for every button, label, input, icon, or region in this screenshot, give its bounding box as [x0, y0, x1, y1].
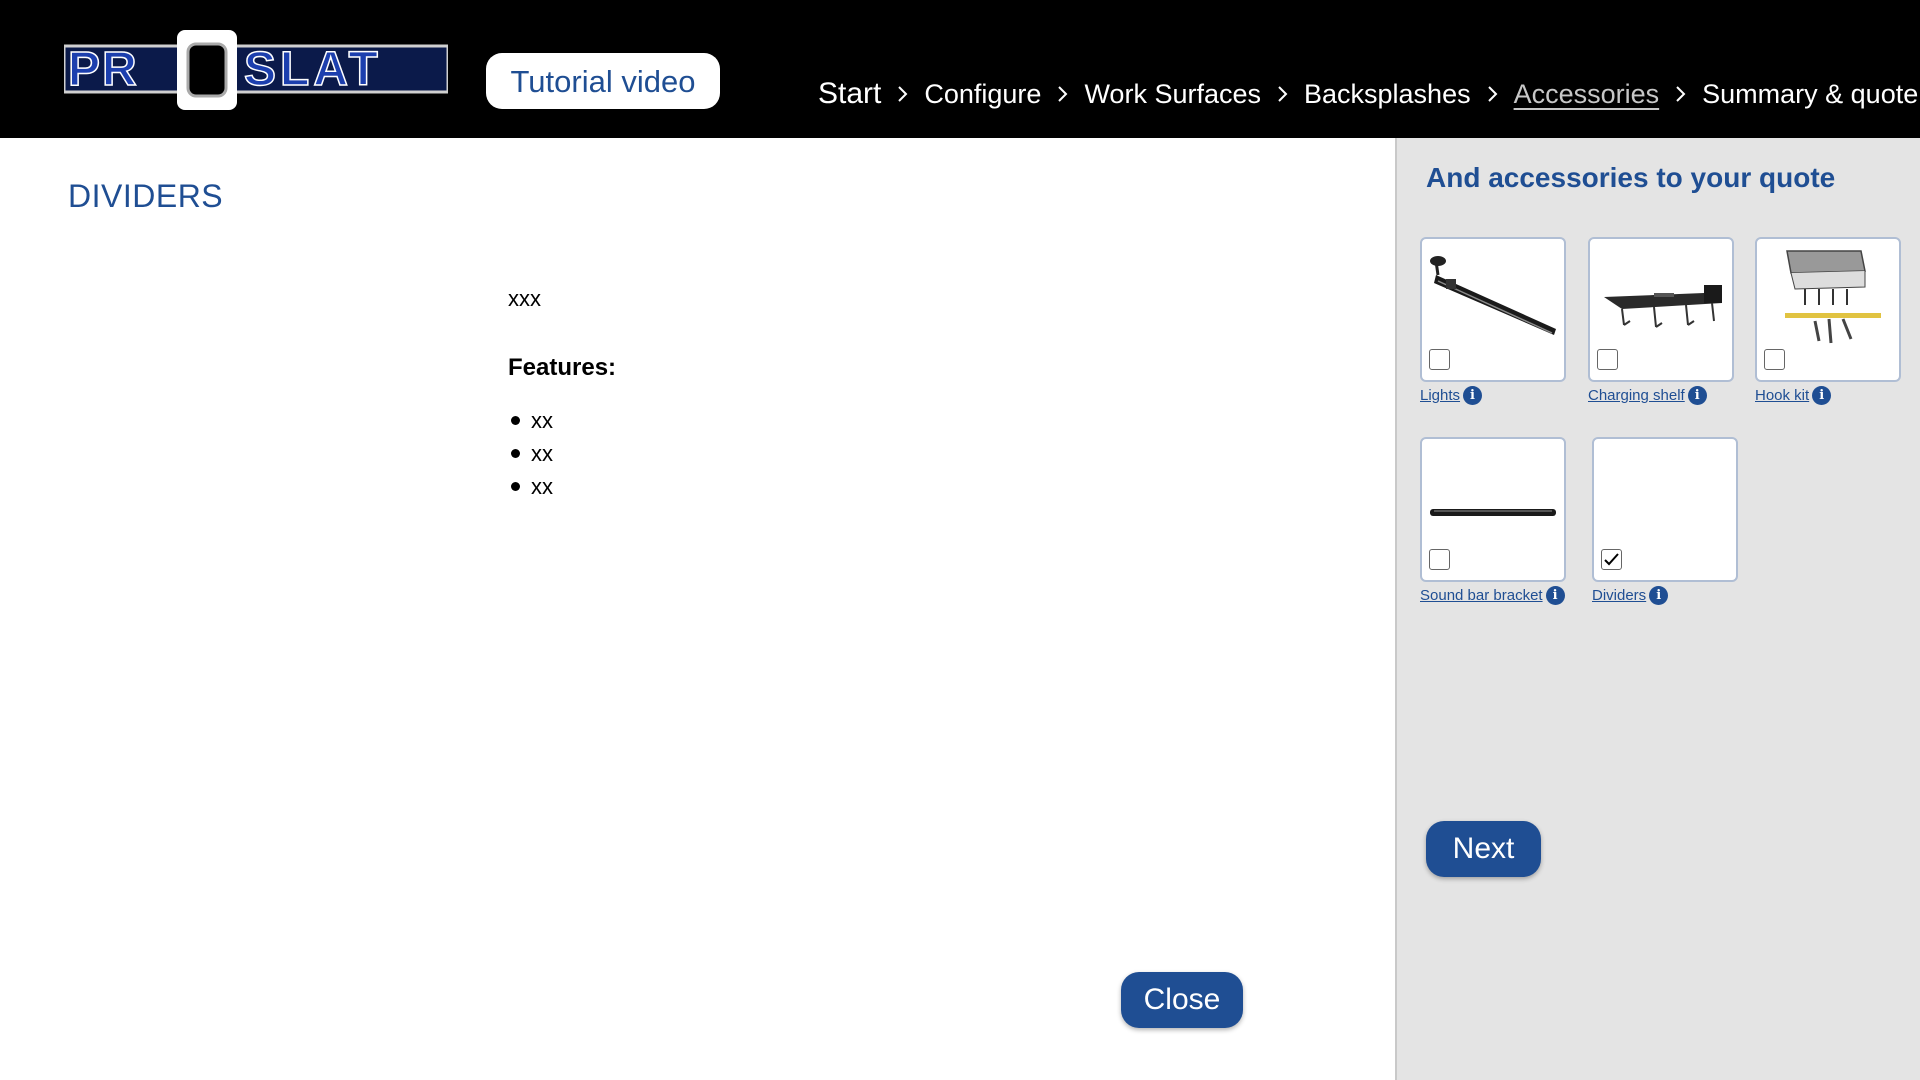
accessory-card-hook-kit[interactable] — [1755, 237, 1901, 382]
accessory-item-sound-bar-bracket: Sound bar bracket i — [1420, 437, 1566, 605]
feature-item: xx — [508, 470, 1068, 503]
accessory-checkbox-charging-shelf[interactable] — [1597, 349, 1618, 370]
accessory-item-lights: Lights i — [1420, 237, 1566, 405]
feature-item: xx — [508, 404, 1068, 437]
breadcrumb-summary-quote[interactable]: Summary & quote — [1702, 79, 1918, 110]
accessory-checkbox-lights[interactable] — [1429, 349, 1450, 370]
feature-text: xx — [531, 473, 553, 499]
accessory-detail-panel: DIVIDERS xxx Features: xx xx xx Close — [0, 138, 1396, 1080]
breadcrumb-work-surfaces[interactable]: Work Surfaces — [1084, 79, 1261, 110]
lights-image — [1430, 256, 1556, 335]
accessory-card-charging-shelf[interactable] — [1588, 237, 1734, 382]
accessory-item-hook-kit: Hook kit i — [1755, 237, 1901, 405]
accessory-link-lights[interactable]: Lights — [1420, 387, 1460, 404]
sidebar-title: And accessories to your quote — [1426, 162, 1836, 193]
accessory-description: xxx Features: xx xx xx — [508, 286, 1068, 503]
info-icon[interactable]: i — [1649, 586, 1669, 605]
accessory-card-dividers[interactable] — [1592, 437, 1738, 582]
accessory-link-sound-bar-bracket[interactable]: Sound bar bracket — [1420, 587, 1543, 604]
chevron-right-icon — [1057, 85, 1068, 103]
svg-text:PR: PR — [68, 43, 139, 96]
svg-text:SLAT: SLAT — [244, 43, 382, 96]
chevron-right-icon — [1675, 85, 1686, 103]
chevron-right-icon — [1277, 85, 1288, 103]
breadcrumb-backsplashes[interactable]: Backsplashes — [1304, 79, 1471, 110]
page-title: DIVIDERS — [68, 178, 224, 214]
accessory-link-charging-shelf[interactable]: Charging shelf — [1588, 387, 1685, 404]
info-icon[interactable]: i — [1463, 386, 1483, 405]
breadcrumb-start[interactable]: Start — [818, 77, 881, 111]
accessory-link-dividers[interactable]: Dividers — [1592, 587, 1646, 604]
top-header: PR SLAT Tutorial video Start Configure W… — [0, 0, 1920, 138]
accessory-checkbox-dividers[interactable] — [1601, 549, 1622, 570]
bullet-icon — [511, 482, 520, 491]
feature-text: xx — [531, 440, 553, 466]
breadcrumb-configure[interactable]: Configure — [924, 79, 1041, 110]
proslat-logo[interactable]: PR SLAT — [64, 30, 448, 110]
bullet-icon — [511, 416, 520, 425]
checkmark-icon — [1604, 553, 1619, 566]
feature-list: xx xx xx — [508, 404, 1068, 503]
chevron-right-icon — [897, 85, 908, 103]
charging-shelf-image — [1604, 285, 1722, 328]
chevron-right-icon — [1487, 85, 1498, 103]
accessory-checkbox-hook-kit[interactable] — [1764, 349, 1785, 370]
accessory-checkbox-sound-bar-bracket[interactable] — [1429, 549, 1450, 570]
accessory-link-hook-kit[interactable]: Hook kit — [1755, 387, 1809, 404]
accessories-sidebar: And accessories to your quote Lights i C… — [1395, 138, 1920, 1080]
tutorial-video-button[interactable]: Tutorial video — [486, 53, 720, 109]
info-icon[interactable]: i — [1545, 586, 1565, 605]
accessory-item-charging-shelf: Charging shelf i — [1588, 237, 1734, 405]
accessory-card-sound-bar-bracket[interactable] — [1420, 437, 1566, 582]
hook-kit-image — [1785, 250, 1881, 344]
feature-item: xx — [508, 437, 1068, 470]
sound-bar-bracket-image — [1430, 509, 1556, 516]
accessory-card-lights[interactable] — [1420, 237, 1566, 382]
feature-text: xx — [531, 407, 553, 433]
info-icon[interactable]: i — [1812, 386, 1832, 405]
bullet-icon — [511, 449, 520, 458]
breadcrumb: Start Configure Work Surfaces Backsplash… — [818, 72, 1918, 116]
description-text: xxx — [508, 286, 541, 311]
info-icon[interactable]: i — [1687, 386, 1707, 405]
close-button[interactable]: Close — [1121, 972, 1243, 1028]
breadcrumb-accessories[interactable]: Accessories — [1514, 79, 1660, 110]
next-button[interactable]: Next — [1426, 821, 1541, 877]
features-heading: Features: — [508, 354, 617, 381]
accessory-item-dividers: Dividers i — [1592, 437, 1738, 605]
